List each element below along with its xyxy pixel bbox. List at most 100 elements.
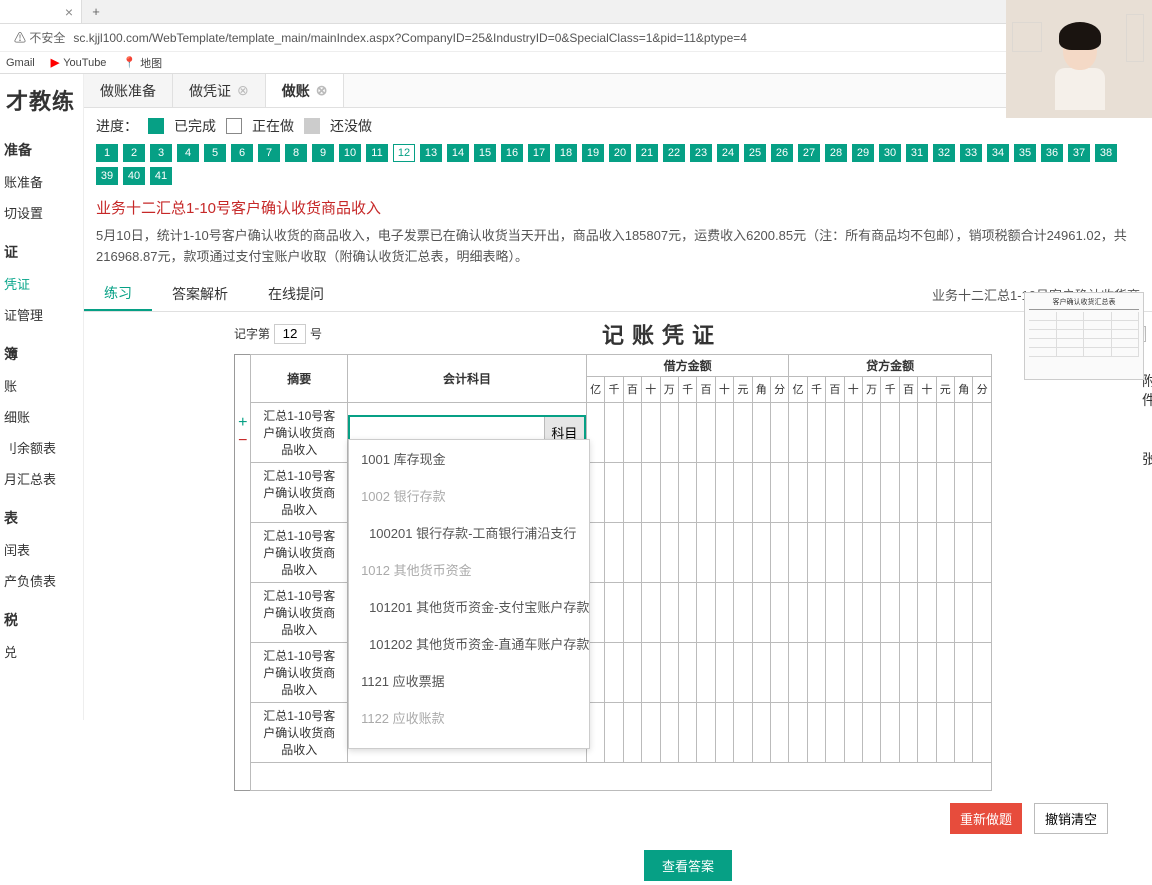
progress-step[interactable]: 38 [1095,144,1117,162]
progress-step[interactable]: 11 [366,144,388,162]
amount-cell[interactable] [697,702,715,762]
amount-cell[interactable] [715,522,733,582]
amount-cell[interactable] [862,522,880,582]
account-cell[interactable]: 科目1001 库存现金1002 银行存款100201 银行存款-工商银行浦沿支行… [348,402,587,462]
amount-cell[interactable] [807,462,825,522]
amount-cell[interactable] [918,462,936,522]
sidebar-item[interactable]: 刂余额表 [0,432,83,463]
amount-cell[interactable] [752,702,770,762]
sidebar-item[interactable]: 兑 [0,636,83,667]
amount-cell[interactable] [844,642,862,702]
amount-cell[interactable] [660,702,678,762]
amount-cell[interactable] [642,642,660,702]
amount-cell[interactable] [807,582,825,642]
progress-step[interactable]: 41 [150,167,172,185]
progress-step[interactable]: 34 [987,144,1009,162]
amount-cell[interactable] [660,642,678,702]
amount-cell[interactable] [715,402,733,462]
progress-step[interactable]: 28 [825,144,847,162]
dropdown-option[interactable]: 101202 其他货币资金-直通车账户存款 [349,625,589,662]
progress-step[interactable]: 8 [285,144,307,162]
amount-cell[interactable] [623,642,641,702]
progress-step[interactable]: 2 [123,144,145,162]
account-dropdown[interactable]: 1001 库存现金1002 银行存款100201 银行存款-工商银行浦沿支行10… [348,439,590,749]
amount-cell[interactable] [936,702,954,762]
progress-step[interactable]: 29 [852,144,874,162]
amount-cell[interactable] [605,402,623,462]
sidebar-item[interactable]: 细账 [0,401,83,432]
amount-cell[interactable] [770,462,788,522]
amount-cell[interactable] [844,582,862,642]
amount-cell[interactable] [642,402,660,462]
amount-cell[interactable] [955,462,973,522]
workspace-tab[interactable]: 做账准备 [84,74,173,107]
amount-cell[interactable] [955,582,973,642]
amount-cell[interactable] [973,402,992,462]
amount-cell[interactable] [955,702,973,762]
progress-step[interactable]: 15 [474,144,496,162]
close-icon[interactable]: ⊗ [237,82,249,99]
dropdown-option[interactable]: 1001 库存现金 [349,440,589,477]
progress-step[interactable]: 31 [906,144,928,162]
summary-cell[interactable]: 汇总1-10号客户确认收货商品收入 [251,642,348,702]
amount-cell[interactable] [918,402,936,462]
amount-cell[interactable] [605,462,623,522]
amount-cell[interactable] [862,402,880,462]
progress-step[interactable]: 33 [960,144,982,162]
amount-cell[interactable] [862,702,880,762]
amount-cell[interactable] [752,582,770,642]
progress-step[interactable]: 5 [204,144,226,162]
amount-cell[interactable] [715,702,733,762]
progress-step[interactable]: 37 [1068,144,1090,162]
amount-cell[interactable] [826,642,844,702]
amount-cell[interactable] [623,582,641,642]
amount-cell[interactable] [918,522,936,582]
progress-step[interactable]: 36 [1041,144,1063,162]
new-tab-button[interactable]: + [82,0,110,23]
attachment-thumbnail[interactable]: 客户确认收货汇总表 [1024,292,1144,380]
sidebar-item[interactable]: 证管理 [0,299,83,330]
amount-cell[interactable] [789,702,807,762]
sidebar-item[interactable]: 账准备 [0,166,83,197]
progress-step[interactable]: 12 [393,144,415,162]
amount-cell[interactable] [715,582,733,642]
amount-cell[interactable] [826,702,844,762]
progress-step[interactable]: 21 [636,144,658,162]
amount-cell[interactable] [734,642,752,702]
close-icon[interactable]: ⊗ [316,82,328,99]
progress-step[interactable]: 32 [933,144,955,162]
amount-cell[interactable] [844,462,862,522]
dropdown-option[interactable]: 1012 其他货币资金 [349,551,589,588]
amount-cell[interactable] [605,522,623,582]
amount-cell[interactable] [936,642,954,702]
progress-step[interactable]: 35 [1014,144,1036,162]
progress-step[interactable]: 27 [798,144,820,162]
amount-cell[interactable] [899,582,917,642]
tab-practice[interactable]: 练习 [84,278,152,311]
browser-tab[interactable]: × [0,0,82,23]
amount-cell[interactable] [734,402,752,462]
bookmark-maps[interactable]: 📍地图 [122,55,162,71]
amount-cell[interactable] [734,582,752,642]
amount-cell[interactable] [918,702,936,762]
amount-cell[interactable] [752,462,770,522]
tab-answer[interactable]: 答案解析 [152,278,248,311]
amount-cell[interactable] [642,582,660,642]
amount-cell[interactable] [881,402,899,462]
amount-cell[interactable] [807,642,825,702]
amount-cell[interactable] [770,402,788,462]
dropdown-option[interactable]: 100201 银行存款-工商银行浦沿支行 [349,514,589,551]
amount-cell[interactable] [715,462,733,522]
amount-cell[interactable] [752,402,770,462]
amount-cell[interactable] [862,462,880,522]
progress-step[interactable]: 19 [582,144,604,162]
dropdown-option[interactable]: 1002 银行存款 [349,477,589,514]
progress-step[interactable]: 4 [177,144,199,162]
sidebar-item[interactable]: 闰表 [0,534,83,565]
amount-cell[interactable] [697,582,715,642]
progress-step[interactable]: 7 [258,144,280,162]
close-icon[interactable]: × [65,4,73,20]
dropdown-option[interactable]: 112201 应收账款-美丽衣橱 [349,736,589,749]
amount-cell[interactable] [678,642,696,702]
workspace-tab[interactable]: 做凭证⊗ [173,74,266,107]
